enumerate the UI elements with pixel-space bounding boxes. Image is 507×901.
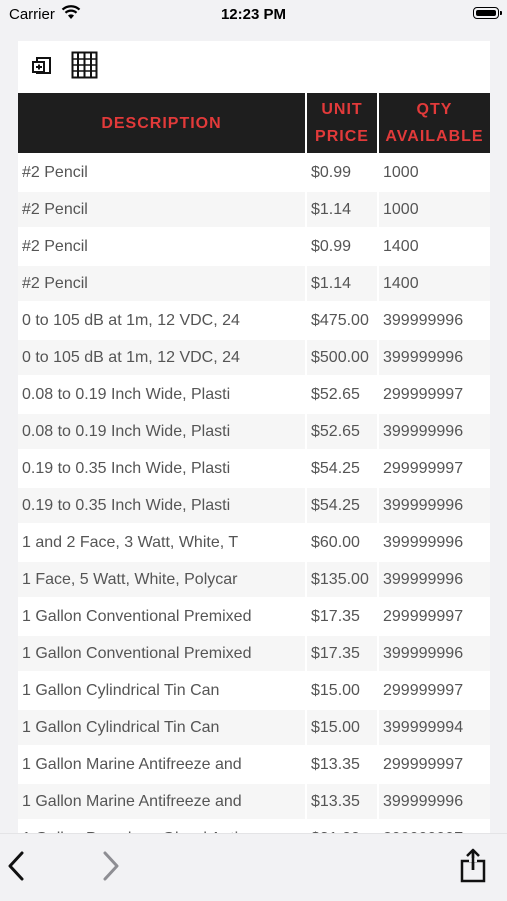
cell-description: 1 and 2 Face, 3 Watt, White, T bbox=[18, 525, 305, 560]
status-bar: Carrier 12:23 PM bbox=[0, 0, 507, 30]
cell-unit-price: $0.99 bbox=[307, 155, 377, 190]
table-row[interactable]: 0.19 to 0.35 Inch Wide, Plasti $54.25 3999… bbox=[18, 488, 490, 523]
cell-description: 0 to 105 dB at 1m, 12 VDC, 24 bbox=[18, 340, 305, 375]
cell-unit-price: $17.35 bbox=[307, 636, 377, 671]
cell-unit-price: $13.35 bbox=[307, 784, 377, 819]
back-arrow-icon[interactable] bbox=[6, 850, 26, 882]
cell-unit-price: $13.35 bbox=[307, 747, 377, 782]
table-row[interactable]: 1 Gallon Cylindrical Tin Can $15.00 299999… bbox=[18, 673, 490, 708]
cell-unit-price: $17.35 bbox=[307, 599, 377, 634]
table-row[interactable]: 0 to 105 dB at 1m, 12 VDC, 24 $500.00 3999… bbox=[18, 340, 490, 375]
cell-qty-available: 1000 bbox=[379, 192, 490, 227]
report-toolbar bbox=[18, 41, 490, 91]
cell-qty-available: 399999994 bbox=[379, 710, 490, 745]
table-row[interactable]: 0.08 to 0.19 Inch Wide, Plasti $52.65 3999… bbox=[18, 414, 490, 449]
cell-description: #2 Pencil bbox=[18, 192, 305, 227]
table-row[interactable]: 1 and 2 Face, 3 Watt, White, T $60.00 3999… bbox=[18, 525, 490, 560]
cell-description: 1 Gallon Marine Antifreeze and bbox=[18, 784, 305, 819]
cell-description: 0.08 to 0.19 Inch Wide, Plasti bbox=[18, 377, 305, 412]
cell-qty-available: 1400 bbox=[379, 266, 490, 301]
cell-qty-available: 399999996 bbox=[379, 340, 490, 375]
clock: 12:23 PM bbox=[220, 6, 287, 23]
column-header-description[interactable]: DESCRIPTION bbox=[18, 93, 305, 153]
forward-arrow-icon[interactable] bbox=[101, 850, 121, 882]
cell-unit-price: $15.00 bbox=[307, 673, 377, 708]
table-row[interactable]: #2 Pencil $1.14 1000 bbox=[18, 192, 490, 227]
cell-qty-available: 399999996 bbox=[379, 636, 490, 671]
cell-description: 0 to 105 dB at 1m, 12 VDC, 24 bbox=[18, 303, 305, 338]
cell-unit-price: $52.65 bbox=[307, 414, 377, 449]
cell-unit-price: $60.00 bbox=[307, 525, 377, 560]
cell-qty-available: 399999996 bbox=[379, 488, 490, 523]
cell-unit-price: $1.14 bbox=[307, 192, 377, 227]
table-row[interactable]: #2 Pencil $0.99 1000 bbox=[18, 155, 490, 190]
cell-unit-price: $1.14 bbox=[307, 266, 377, 301]
cell-description: #2 Pencil bbox=[18, 229, 305, 264]
cell-unit-price: $15.00 bbox=[307, 710, 377, 745]
cell-qty-available: 299999997 bbox=[379, 377, 490, 412]
cell-description: 0.08 to 0.19 Inch Wide, Plasti bbox=[18, 414, 305, 449]
cell-qty-available: 299999997 bbox=[379, 451, 490, 486]
table-row[interactable]: 1 Gallon Marine Antifreeze and $13.35 2999… bbox=[18, 747, 490, 782]
cell-description: 1 Face, 5 Watt, White, Polycar bbox=[18, 562, 305, 597]
table-row[interactable]: 0 to 105 dB at 1m, 12 VDC, 24 $475.00 3999… bbox=[18, 303, 490, 338]
cell-unit-price: $500.00 bbox=[307, 340, 377, 375]
cell-unit-price: $54.25 bbox=[307, 451, 377, 486]
table-row[interactable]: 1 Gallon Conventional Premixed $17.35 3999… bbox=[18, 636, 490, 671]
cell-qty-available: 399999996 bbox=[379, 784, 490, 819]
cell-description: 0.19 to 0.35 Inch Wide, Plasti bbox=[18, 451, 305, 486]
table-row[interactable]: 1 Gallon Propylene Glycol Anti$31.002999… bbox=[18, 821, 490, 833]
table-row[interactable]: #2 Pencil $0.99 1400 bbox=[18, 229, 490, 264]
table-header-row: DESCRIPTION UNIT PRICE QTY AVAILABLE bbox=[18, 93, 490, 153]
cell-description: 0.19 to 0.35 Inch Wide, Plasti bbox=[18, 488, 305, 523]
cell-qty-available: 299999997 bbox=[379, 599, 490, 634]
table-row[interactable]: 0.19 to 0.35 Inch Wide, Plasti $54.25 2999… bbox=[18, 451, 490, 486]
browser-toolbar bbox=[0, 833, 507, 901]
cell-description: 1 Gallon Cylindrical Tin Can bbox=[18, 673, 305, 708]
cell-qty-available: 299999997 bbox=[379, 821, 490, 833]
cell-qty-available: 299999997 bbox=[379, 673, 490, 708]
columns-icon[interactable] bbox=[71, 51, 98, 79]
share-icon[interactable] bbox=[459, 848, 487, 884]
cell-qty-available: 399999996 bbox=[379, 303, 490, 338]
report-view[interactable]: DESCRIPTION UNIT PRICE QTY AVAILABLE #2 … bbox=[18, 41, 490, 833]
cell-unit-price: $52.65 bbox=[307, 377, 377, 412]
cell-description: 1 Gallon Cylindrical Tin Can bbox=[18, 710, 305, 745]
column-header-qty-available[interactable]: QTY AVAILABLE bbox=[379, 93, 490, 153]
cell-description: 1 Gallon Marine Antifreeze and bbox=[18, 747, 305, 782]
cell-qty-available: 399999996 bbox=[379, 414, 490, 449]
cell-qty-available: 399999996 bbox=[379, 525, 490, 560]
cell-qty-available: 299999997 bbox=[379, 747, 490, 782]
table-row[interactable]: 1 Face, 5 Watt, White, Polycar $135.00 399… bbox=[18, 562, 490, 597]
cell-description: 1 Gallon Conventional Premixed bbox=[18, 636, 305, 671]
cell-unit-price: $31.00 bbox=[307, 821, 377, 833]
cell-unit-price: $475.00 bbox=[307, 303, 377, 338]
cell-unit-price: $0.99 bbox=[307, 229, 377, 264]
table-row[interactable]: 1 Gallon Marine Antifreeze and $13.35 3999… bbox=[18, 784, 490, 819]
table-row[interactable]: #2 Pencil $1.14 1400 bbox=[18, 266, 490, 301]
column-header-unit-price[interactable]: UNIT PRICE bbox=[307, 93, 377, 153]
cell-unit-price: $54.25 bbox=[307, 488, 377, 523]
cell-description: 1 Gallon Propylene Glycol Anti bbox=[18, 821, 305, 833]
table-row[interactable]: 1 Gallon Conventional Premixed $17.35 2999… bbox=[18, 599, 490, 634]
cell-description: #2 Pencil bbox=[18, 155, 305, 190]
cell-description: 1 Gallon Conventional Premixed bbox=[18, 599, 305, 634]
cell-qty-available: 1400 bbox=[379, 229, 490, 264]
cell-qty-available: 1000 bbox=[379, 155, 490, 190]
export-icon[interactable] bbox=[31, 55, 53, 77]
inventory-table: DESCRIPTION UNIT PRICE QTY AVAILABLE #2 … bbox=[18, 91, 490, 833]
table-row[interactable]: 0.08 to 0.19 Inch Wide, Plasti $52.65 2999… bbox=[18, 377, 490, 412]
cell-unit-price: $135.00 bbox=[307, 562, 377, 597]
cell-qty-available: 399999996 bbox=[379, 562, 490, 597]
battery-icon bbox=[473, 7, 502, 19]
table-row[interactable]: 1 Gallon Cylindrical Tin Can $15.00 399999… bbox=[18, 710, 490, 745]
cell-description: #2 Pencil bbox=[18, 266, 305, 301]
